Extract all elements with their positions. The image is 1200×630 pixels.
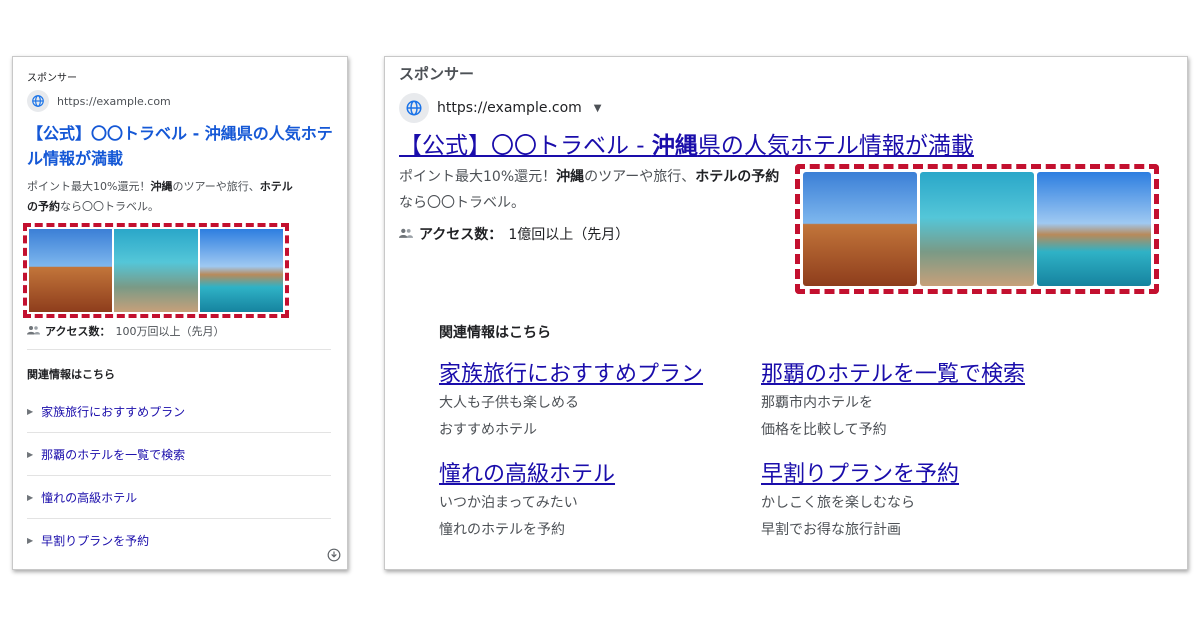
globe-icon — [399, 93, 429, 123]
ad-description: ポイント最大10%還元！沖縄のツアーや旅行、ホテルの予約なら〇〇トラベル。 — [27, 180, 293, 213]
ad-description: ポイント最大10%還元！沖縄のツアーや旅行、ホテルの予約なら〇〇トラベル。 — [399, 169, 780, 211]
sitelink-item[interactable]: ▶ 那覇のホテルを一覧で検索 — [27, 433, 331, 476]
snorkel-turtle-image[interactable] — [114, 229, 198, 312]
ad-headline[interactable]: 【公式】〇〇トラベル - 沖縄県の人気ホテル情報が満載 — [399, 130, 1173, 162]
triangle-right-icon: ▶ — [27, 406, 34, 416]
display-url: https://example.com — [57, 94, 171, 108]
triangle-right-icon: ▶ — [27, 449, 34, 459]
sitelink-desc: おすすめホテル — [439, 422, 537, 438]
sitelink-item[interactable]: ▶ 早割りプランを予約 — [27, 519, 331, 562]
sitelink-desc: 価格を比較して予約 — [761, 422, 887, 438]
sitelink-desc: 那覇市内ホテルを — [761, 395, 873, 411]
caret-down-icon[interactable]: ▼ — [594, 103, 602, 114]
sitelink-item[interactable]: ▶ 憧れの高級ホテル — [27, 476, 331, 519]
shisa-statue-image[interactable] — [29, 229, 113, 312]
sitelink-title[interactable]: 早割りプランを予約 — [761, 460, 1061, 490]
sitelink-block: 那覇のホテルを一覧で検索 那覇市内ホテルを 価格を比較して予約 — [761, 360, 1061, 444]
sitelink-block: 家族旅行におすすめプラン 大人も子供も楽しめる おすすめホテル — [439, 360, 761, 444]
sponsored-label: スポンサー — [27, 73, 77, 84]
people-icon — [399, 226, 413, 242]
sitelink-block: 憧れの高級ホテル いつか泊まってみたい 憧れのホテルを予約 — [439, 460, 761, 544]
related-info-heading: 関連情報はこちら — [439, 325, 551, 341]
triangle-right-icon: ▶ — [27, 536, 34, 545]
display-url: https://example.com — [437, 100, 582, 116]
sponsored-label: スポンサー — [399, 65, 475, 83]
globe-icon — [27, 90, 49, 112]
sitelink-list: ▶ 家族旅行におすすめプラン ▶ 那覇のホテルを一覧で検索 ▶ 憧れの高級ホテル ▶ 早… — [27, 390, 333, 562]
image-extension-highlight — [23, 223, 289, 318]
display-url-row[interactable]: https://example.com — [27, 89, 333, 113]
image-extension-highlight — [795, 164, 1159, 294]
people-icon — [27, 325, 40, 338]
divider — [27, 349, 331, 350]
ad-info-icon[interactable] — [327, 547, 341, 562]
access-count: アクセス数： 1億回以上（先月） — [399, 224, 791, 244]
sitelink-desc: 早割でお得な旅行計画 — [761, 522, 901, 538]
snorkel-turtle-image[interactable] — [920, 172, 1034, 286]
overwater-villa-image[interactable] — [1037, 172, 1151, 286]
mobile-ad-card: スポンサー https://example.com 【公式】〇〇トラベル - 沖… — [12, 56, 348, 570]
overwater-villa-image[interactable] — [199, 229, 283, 312]
sitelink-desc: いつか泊まってみたい — [439, 495, 578, 511]
sitelink-desc: かしこく旅を楽しむなら — [761, 495, 915, 511]
sitelink-desc: 憧れのホテルを予約 — [439, 522, 565, 538]
sitelink-item[interactable]: ▶ 家族旅行におすすめプラン — [27, 390, 331, 433]
sitelink-grid: 家族旅行におすすめプラン 大人も子供も楽しめる おすすめホテル 那覇のホテルを一… — [439, 360, 1173, 544]
sitelink-desc: 大人も子供も楽しめる — [439, 395, 579, 411]
ad-headline[interactable]: 【公式】〇〇トラベル - 沖縄県の人気ホテル情報が満載 — [27, 121, 333, 171]
sitelink-title[interactable]: 那覇のホテルを一覧で検索 — [761, 360, 1061, 390]
related-info-heading: 関連情報はこちら — [27, 368, 115, 381]
display-url-row[interactable]: https://example.com ▼ — [399, 92, 1173, 124]
triangle-right-icon: ▶ — [27, 492, 34, 502]
sitelink-title[interactable]: 家族旅行におすすめプラン — [439, 360, 761, 390]
sitelink-title[interactable]: 憧れの高級ホテル — [439, 460, 761, 490]
sitelink-block: 早割りプランを予約 かしこく旅を楽しむなら 早割でお得な旅行計画 — [761, 460, 1061, 544]
desktop-ad-card: スポンサー https://example.com ▼ 【公式】〇〇トラベル -… — [384, 56, 1188, 570]
shisa-statue-image[interactable] — [803, 172, 917, 286]
access-count: アクセス数： 100万回以上（先月） — [27, 323, 333, 339]
